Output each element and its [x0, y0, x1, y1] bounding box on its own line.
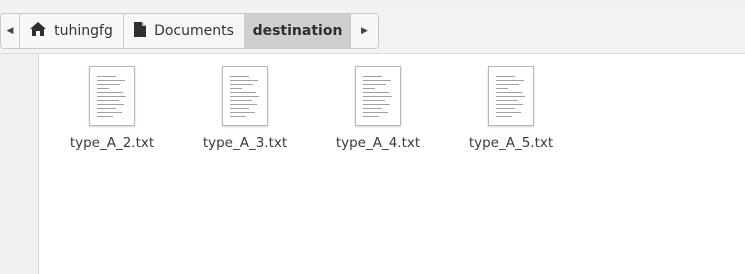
- breadcrumb-home[interactable]: tuhingfg: [20, 14, 124, 48]
- breadcrumb-documents[interactable]: Documents: [124, 14, 245, 48]
- chevron-right-icon: ▶: [361, 26, 368, 36]
- text-file-icon: [355, 66, 401, 126]
- breadcrumb-home-label: tuhingfg: [54, 23, 113, 39]
- file-name: type_A_4.txt: [335, 135, 421, 151]
- file-name: type_A_2.txt: [69, 135, 155, 151]
- breadcrumb-forward-button[interactable]: ▶: [351, 14, 378, 48]
- file-item[interactable]: type_A_2.txt: [57, 66, 167, 151]
- window-top-edge: [0, 0, 745, 5]
- text-file-icon: [488, 66, 534, 126]
- breadcrumb-documents-label: Documents: [154, 23, 234, 39]
- text-file-icon: [89, 66, 135, 126]
- text-file-icon: [222, 66, 268, 126]
- toolbar: ◀ tuhingfg Documents destination ▶: [0, 0, 745, 54]
- breadcrumb-destination[interactable]: destination: [245, 14, 351, 48]
- file-item[interactable]: type_A_4.txt: [323, 66, 433, 151]
- file-name: type_A_5.txt: [468, 135, 554, 151]
- file-name: type_A_3.txt: [202, 135, 288, 151]
- home-icon: [30, 22, 47, 40]
- file-item[interactable]: type_A_3.txt: [190, 66, 300, 151]
- breadcrumb-back-button[interactable]: ◀: [1, 14, 20, 48]
- chevron-left-icon: ◀: [6, 26, 14, 36]
- sidebar: [0, 54, 39, 274]
- file-item[interactable]: type_A_5.txt: [456, 66, 566, 151]
- document-folder-icon: [134, 21, 147, 41]
- file-grid: type_A_2.txt type_A_3.txt type_A_4.txt t…: [39, 54, 745, 274]
- breadcrumb-destination-label: destination: [252, 23, 343, 39]
- breadcrumb: ◀ tuhingfg Documents destination ▶: [0, 13, 379, 49]
